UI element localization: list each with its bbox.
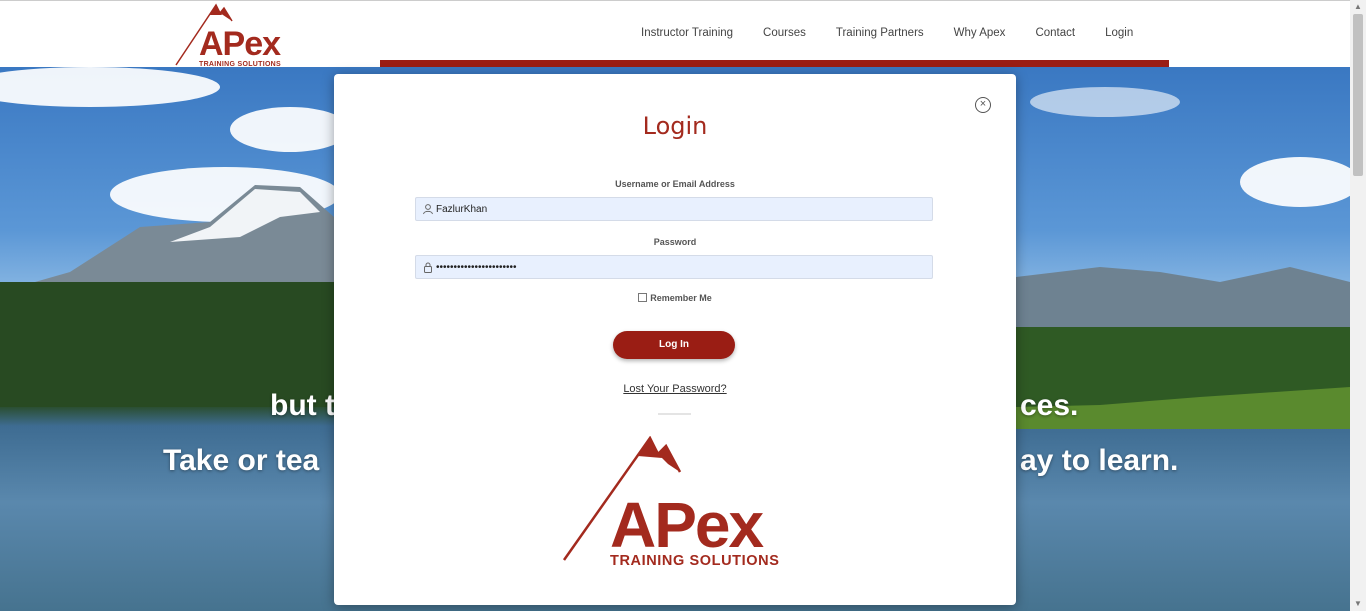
hero-line2-left: Take or tea xyxy=(163,444,320,477)
divider xyxy=(658,413,691,415)
scroll-up-icon[interactable]: ▲ xyxy=(1354,2,1362,11)
nav-training-partners[interactable]: Training Partners xyxy=(836,27,924,39)
username-field-wrapper xyxy=(415,197,933,221)
remember-me-checkbox[interactable] xyxy=(638,293,648,302)
remember-me-label: Remember Me xyxy=(650,293,712,303)
login-modal: × Login Username or Email Address Passwo… xyxy=(334,74,1016,605)
hero-line1-right: ces. xyxy=(1020,389,1079,422)
lost-password-link[interactable]: Lost Your Password? xyxy=(334,383,1016,395)
nav-instructor-training[interactable]: Instructor Training xyxy=(641,27,733,39)
login-button[interactable]: Log In xyxy=(613,331,735,359)
scroll-down-icon[interactable]: ▼ xyxy=(1354,599,1362,608)
nav-contact[interactable]: Contact xyxy=(1035,27,1075,39)
main-nav: Instructor Training Courses Training Par… xyxy=(626,27,1148,39)
modal-logo: APex TRAINING SOLUTIONS xyxy=(562,436,792,576)
username-input[interactable] xyxy=(436,198,916,220)
site-header: APex TRAINING SOLUTIONS Instructor Train… xyxy=(0,0,1350,68)
modal-title: Login xyxy=(642,112,708,140)
modal-logo-wordmark: APex xyxy=(610,489,764,561)
page-scrollbar[interactable]: ▲ ▼ xyxy=(1350,0,1366,611)
hero-line1-left: but t xyxy=(270,389,335,422)
password-field-wrapper xyxy=(415,255,933,279)
scrollbar-thumb[interactable] xyxy=(1353,14,1363,176)
close-icon[interactable]: × xyxy=(975,97,991,113)
password-label: Password xyxy=(653,237,697,247)
remember-me-row[interactable]: Remember Me xyxy=(334,293,1016,303)
nav-courses[interactable]: Courses xyxy=(763,27,806,39)
logo-wordmark: APex xyxy=(199,25,281,63)
hero-line2-right: ay to learn. xyxy=(1020,444,1179,477)
nav-login[interactable]: Login xyxy=(1105,27,1133,39)
username-label: Username or Email Address xyxy=(615,179,735,189)
site-logo[interactable]: APex TRAINING SOLUTIONS xyxy=(172,3,292,69)
lock-icon xyxy=(424,262,432,273)
user-icon xyxy=(423,204,433,215)
modal-logo-subtitle: TRAINING SOLUTIONS xyxy=(610,553,780,569)
password-input[interactable] xyxy=(436,256,916,278)
nav-why-apex[interactable]: Why Apex xyxy=(954,27,1006,39)
